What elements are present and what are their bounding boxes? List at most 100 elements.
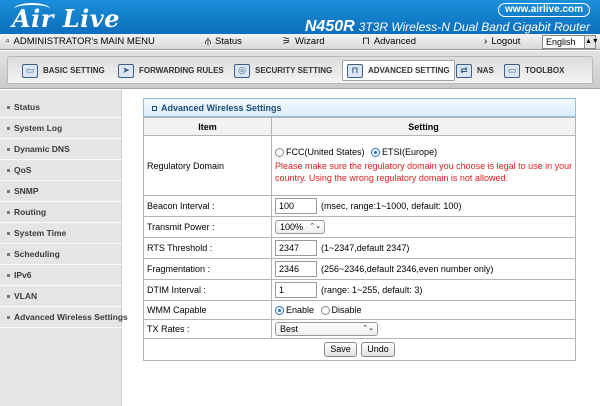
bullet-icon [7, 274, 10, 278]
tab-advanced-setting[interactable]: ⊓ ADVANCED SETTING [342, 60, 455, 81]
sidebar-item-vlan[interactable]: VLAN [0, 286, 122, 307]
square-icon: ▫ [6, 36, 10, 47]
menu-logout-label: Logout [491, 36, 521, 47]
wmm-capable-setting: Enable Disable [271, 300, 576, 320]
sidebar-item-snmp[interactable]: SNMP [0, 181, 122, 202]
wmm-capable-label: WMM Capable [143, 300, 272, 320]
etsi-radio[interactable] [371, 147, 381, 157]
fragmentation-hint: (256~2346,default 2346,even number only) [321, 264, 494, 274]
menu-admin-main[interactable]: ▫ ADMINISTRATOR's MAIN MENU [6, 36, 155, 48]
button-cell: Save Undo [143, 338, 576, 361]
sidebar-item-dynamic-dns[interactable]: Dynamic DNS [0, 139, 122, 160]
sidebar-item-advanced-wireless[interactable]: Advanced Wireless Settings [0, 307, 128, 328]
wmm-disable-label[interactable]: Disable [332, 305, 362, 315]
regulatory-domain-setting: FCC(United States) ETSI(Europe) Please m… [271, 135, 576, 196]
toolbox-icon: ▭ [504, 63, 520, 78]
tab-toolbox[interactable]: ▭ TOOLBOX [504, 61, 564, 80]
table-row: Regulatory Domain FCC(United States) ETS… [143, 135, 576, 196]
bullet-icon [7, 211, 10, 215]
wmm-disable-radio[interactable] [320, 305, 330, 315]
tab-basic-label: BASIC SETTING [43, 66, 105, 75]
site-url-link[interactable]: www.airlive.com [498, 3, 590, 17]
etsi-radio-label[interactable]: ETSI(Europe) [382, 147, 437, 157]
rts-threshold-label: RTS Threshold : [143, 237, 272, 259]
table-row: Beacon Interval : 100 (msec, range:1~1000… [143, 195, 576, 217]
bullet-icon [7, 295, 10, 299]
sidebar-item-label: VLAN [14, 291, 38, 301]
wmm-enable-label[interactable]: Enable [286, 305, 314, 315]
undo-button[interactable]: Undo [361, 342, 395, 357]
router-icon: ⊓ [362, 36, 370, 47]
sidebar-item-label: SNMP [14, 186, 39, 196]
model-description: 3T3R Wireless-N Dual Band Gigabit Router [358, 20, 590, 34]
bullet-icon [7, 106, 10, 110]
panel-title: Advanced Wireless Settings [152, 103, 281, 113]
sidebar-item-routing[interactable]: Routing [0, 202, 122, 223]
panel-title-bar: Advanced Wireless Settings [143, 98, 576, 117]
dtim-interval-input[interactable]: 1 [275, 282, 317, 298]
table-row: TX Rates : Best ⌃⌄ [143, 319, 576, 339]
sidebar-item-ipv6[interactable]: IPv6 [0, 265, 122, 286]
tx-rates-setting: Best ⌃⌄ [271, 319, 576, 339]
tab-forwarding-label: FORWARDING RULES [139, 66, 224, 75]
transmit-power-label: Transmit Power : [143, 216, 272, 238]
menu-logout[interactable]: › Logout [484, 36, 520, 48]
bullet-icon [7, 232, 10, 236]
sidebar-item-qos[interactable]: QoS [0, 160, 122, 181]
transmit-power-select[interactable]: 100% ⌃⌄ [275, 220, 325, 234]
tab-advanced-label: ADVANCED SETTING [368, 66, 450, 75]
shield-icon: ◎ [234, 63, 250, 78]
square-icon [152, 106, 157, 112]
bullet-icon [7, 127, 10, 131]
bullet-icon [7, 316, 10, 320]
fragmentation-label: Fragmentation : [143, 258, 272, 280]
sidebar-item-system-log[interactable]: System Log [0, 118, 122, 139]
sidebar-item-scheduling[interactable]: Scheduling [0, 244, 122, 265]
forward-icon: ➤ [118, 63, 134, 78]
table-row: RTS Threshold : 2347 (1~2347,default 2347… [143, 237, 576, 259]
router-icon: ⊓ [347, 63, 363, 78]
menu-advanced-label: Advanced [373, 36, 417, 47]
table-row: Transmit Power : 100% ⌃⌄ [143, 216, 576, 238]
tab-security-setting[interactable]: ◎ SECURITY SETTING [234, 61, 332, 80]
transmit-power-setting: 100% ⌃⌄ [271, 216, 576, 238]
menu-wizard-label: Wizard [294, 36, 325, 47]
dtim-interval-setting: 1 (range: 1~255, default: 3) [271, 279, 576, 301]
menu-wizard[interactable]: ⚞ Wizard [282, 36, 325, 48]
table-row: WMM Capable Enable Disable [143, 300, 576, 320]
tx-rates-select[interactable]: Best ⌃⌄ [275, 322, 378, 336]
bullet-icon [7, 253, 10, 257]
antenna-icon: ⫛ [205, 36, 211, 47]
chevron-down-icon: ⌃⌄ [362, 325, 374, 332]
menu-status-label: Status [214, 36, 242, 47]
chevron-down-icon: ⌃⌄ [309, 223, 321, 230]
menu-status[interactable]: ⫛ Status [205, 36, 242, 48]
beacon-interval-input[interactable]: 100 [275, 198, 317, 214]
tab-basic-setting[interactable]: ▭ BASIC SETTING [22, 61, 105, 80]
sidebar-item-label: Advanced Wireless Settings [14, 312, 128, 322]
sidebar-item-label: System Log [14, 123, 63, 133]
fragmentation-setting: 2346 (256~2346,default 2346,even number o… [271, 258, 576, 280]
bullet-icon [7, 190, 10, 194]
sidebar-item-status[interactable]: Status [0, 97, 122, 118]
sidebar-item-label: Dynamic DNS [14, 144, 70, 154]
menu-advanced[interactable]: ⊓ Advanced [362, 36, 416, 48]
tab-nas[interactable]: ⇄ NAS [456, 61, 494, 80]
sidebar-item-system-time[interactable]: System Time [0, 223, 122, 244]
rts-threshold-input[interactable]: 2347 [275, 240, 317, 256]
wmm-enable-radio[interactable] [275, 305, 284, 315]
fragmentation-input[interactable]: 2346 [275, 261, 317, 277]
dtim-interval-hint: (range: 1~255, default: 3) [321, 285, 423, 295]
language-select[interactable]: English ▲▼ [542, 35, 599, 49]
tab-forwarding-rules[interactable]: ➤ FORWARDING RULES [118, 61, 224, 80]
fcc-radio[interactable] [275, 147, 284, 157]
language-value: English [546, 37, 576, 47]
arrow-icon: › [484, 36, 488, 47]
bullet-icon [7, 148, 10, 152]
sidebar-item-label: Status [14, 102, 40, 112]
save-button[interactable]: Save [324, 342, 357, 357]
tab-row: ▭ BASIC SETTING ➤ FORWARDING RULES ◎ SECURI… [0, 51, 600, 89]
fcc-radio-label[interactable]: FCC(United States) [286, 147, 365, 157]
tx-rates-label: TX Rates : [143, 319, 272, 339]
column-header-setting: Setting [271, 117, 576, 136]
